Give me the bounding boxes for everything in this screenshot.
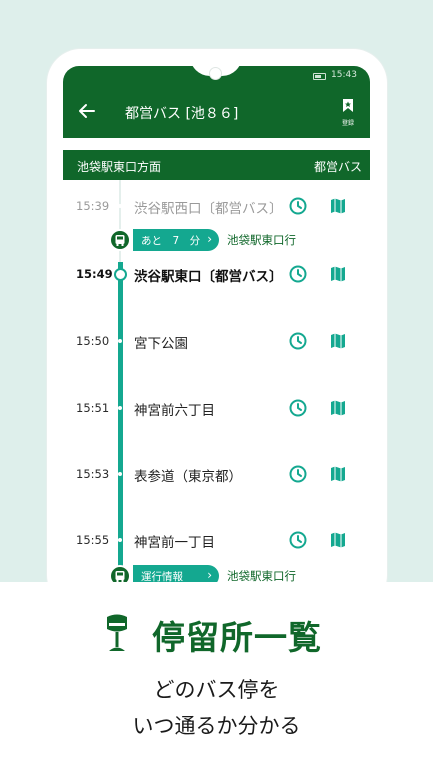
- promo-title: 停留所一覧: [152, 618, 322, 657]
- arrival-countdown: あと 7 分: [141, 235, 201, 247]
- battery-icon: [313, 73, 326, 80]
- clock-icon[interactable]: [288, 398, 308, 418]
- stop-time: 15:50: [76, 334, 110, 348]
- bus-position-marker[interactable]: あと 7 分 › 池袋駅東口行: [63, 227, 370, 253]
- promo-panel: 停留所一覧 どのバス停を いつ通るか分かる: [0, 582, 433, 768]
- arrow-left-icon[interactable]: [77, 101, 97, 121]
- clock-icon[interactable]: [288, 530, 308, 550]
- map-icon[interactable]: [329, 531, 347, 549]
- arrival-pill[interactable]: あと 7 分 ›: [133, 229, 219, 251]
- map-icon[interactable]: [329, 465, 347, 483]
- stop-row[interactable]: 15:39 渋谷駅西口〔都営バス〕: [63, 192, 370, 222]
- map-icon[interactable]: [329, 332, 347, 350]
- stop-dot: [118, 406, 122, 410]
- page-title: 都営バス [池８６]: [125, 106, 239, 122]
- stop-time: 15:51: [76, 401, 110, 415]
- map-icon[interactable]: [329, 197, 347, 215]
- promo-headline: 停留所一覧: [100, 611, 360, 657]
- chevron-right-icon: ›: [207, 568, 212, 582]
- map-icon[interactable]: [329, 399, 347, 417]
- camera-icon: [209, 67, 222, 80]
- app-screen: 15:43 都営バス [池８６] 登録 池袋駅東口方面 都営バス 15:39 渋…: [63, 66, 370, 586]
- stop-name: 神宮前一丁目: [134, 535, 215, 551]
- stop-dot: [118, 339, 122, 343]
- chevron-right-icon: ›: [207, 232, 212, 246]
- direction-label: 池袋駅東口方面: [77, 160, 162, 174]
- stop-name: 表参道（東京都）: [134, 469, 242, 485]
- stop-time: 15:55: [76, 533, 110, 547]
- stop-dot: [118, 538, 122, 542]
- stop-row[interactable]: 15:53 表参道（東京都）: [63, 460, 370, 490]
- clock-icon[interactable]: [288, 264, 308, 284]
- promo-line-1: どのバス停を: [153, 678, 280, 702]
- clock-icon[interactable]: [288, 196, 308, 216]
- register-label: 登録: [341, 120, 354, 127]
- current-stop-dot: [114, 268, 127, 281]
- register-button[interactable]: 登録: [335, 98, 361, 128]
- direction-header: 池袋駅東口方面 都営バス: [63, 150, 370, 180]
- bus-destination: 池袋駅東口行: [227, 233, 296, 247]
- stop-time: 15:53: [76, 467, 110, 481]
- stop-name: 宮下公園: [134, 336, 188, 352]
- stop-row[interactable]: 15:50 宮下公園: [63, 327, 370, 357]
- operator-label: 都営バス: [313, 160, 362, 174]
- stop-row[interactable]: 15:55 神宮前一丁目: [63, 526, 370, 556]
- map-icon[interactable]: [329, 265, 347, 283]
- stop-name: 渋谷駅東口〔都営バス〕: [134, 269, 279, 285]
- bookmark-icon: [343, 99, 353, 112]
- stop-row[interactable]: 15:49 渋谷駅東口〔都営バス〕: [63, 260, 370, 290]
- bus-icon: [109, 229, 131, 251]
- stop-dot: [118, 472, 122, 476]
- promo-line-2: いつ通るか分かる: [132, 714, 301, 738]
- clock-icon[interactable]: [288, 331, 308, 351]
- stop-name: 神宮前六丁目: [134, 403, 215, 419]
- stop-row[interactable]: 15:51 神宮前六丁目: [63, 394, 370, 424]
- stop-time: 15:39: [76, 199, 110, 213]
- status-time: 15:43: [331, 70, 357, 80]
- stop-name: 渋谷駅西口〔都営バス〕: [134, 201, 279, 217]
- bus-stop-icon: [100, 613, 134, 653]
- stop-dot: [118, 204, 122, 208]
- stop-time: 15:49: [76, 267, 113, 281]
- app-bar: 都営バス [池８６] 登録: [63, 88, 370, 138]
- clock-icon[interactable]: [288, 464, 308, 484]
